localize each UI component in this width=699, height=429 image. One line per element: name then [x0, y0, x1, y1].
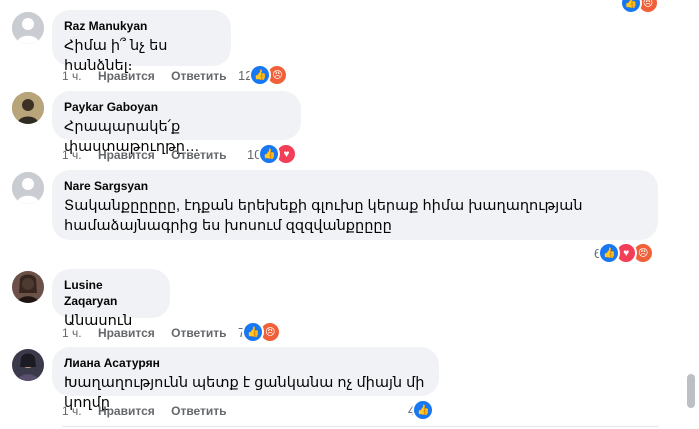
reaction-summary[interactable]: 12 👍 😠	[238, 64, 289, 86]
like-button[interactable]: Нравится	[98, 69, 155, 83]
comment-actions: 1 ч. Нравится Ответить	[62, 325, 240, 341]
comment-bubble: Paykar Gaboyan Հրապարակե՛ք փաստաթուղթը…	[52, 91, 301, 155]
like-icon: 👍	[242, 321, 265, 343]
reaction-summary[interactable]: 6 👍 ♥ 😠	[594, 242, 655, 264]
like-button[interactable]: Нравится	[98, 326, 155, 340]
divider	[62, 426, 659, 427]
comment-time[interactable]: 1 ч.	[62, 69, 82, 83]
like-button[interactable]: Нравится	[98, 148, 155, 162]
like-icon: 👍	[598, 242, 621, 264]
reaction-summary[interactable]: 7 👍 😠	[238, 321, 282, 343]
user-photo-icon	[12, 349, 44, 381]
like-icon: 👍	[412, 399, 435, 421]
reply-button[interactable]: Ответить	[171, 69, 226, 83]
comment-author[interactable]: Лиана Асатурян	[64, 355, 427, 371]
comment-author[interactable]: Paykar Gaboyan	[64, 99, 289, 115]
comment-actions: 1 ч. Нравится Ответить	[62, 403, 240, 419]
comment-actions: 1 ч. Нравится Ответить	[62, 147, 240, 163]
previous-comment-reactions[interactable]: 👍 😠	[620, 0, 659, 14]
default-avatar-icon	[12, 172, 44, 204]
scrollbar-thumb[interactable]	[687, 374, 695, 408]
comment-actions: 1 ч. Нравится Ответить	[62, 68, 240, 84]
avatar[interactable]	[12, 12, 44, 44]
avatar[interactable]	[12, 92, 44, 124]
user-photo-icon	[12, 92, 44, 124]
comment-time[interactable]: 1 ч.	[62, 148, 82, 162]
comment-author[interactable]: Raz Manukyan	[64, 18, 219, 34]
comment-bubble: Raz Manukyan Հիմա ի՞ նչ ես հանձնել։	[52, 10, 231, 74]
avatar[interactable]	[12, 349, 44, 381]
comment-author[interactable]: Nare Sargsyan	[64, 178, 646, 194]
avatar[interactable]	[12, 271, 44, 303]
reply-button[interactable]: Ответить	[171, 326, 226, 340]
reply-button[interactable]: Ответить	[171, 148, 226, 162]
comment-bubble: Лиана Асатурян Խաղաղությունն պետք է ցանկ…	[52, 347, 439, 411]
like-button[interactable]: Нравится	[98, 404, 155, 418]
reaction-summary[interactable]: 4 👍	[408, 399, 435, 421]
reaction-summary[interactable]: 10 👍 ♥	[247, 143, 298, 165]
user-photo-icon	[12, 271, 44, 303]
avatar[interactable]	[12, 172, 44, 204]
comment-text-line: համաձայնագրից ես խոսում զզզվանքըըըը	[64, 218, 392, 234]
comment-time[interactable]: 1 ч.	[62, 404, 82, 418]
like-icon: 👍	[620, 0, 642, 14]
comment-bubble: Nare Sargsyan Տականքըըըըը, էդքան երեխեքի…	[52, 170, 658, 240]
comment-time[interactable]: 1 ч.	[62, 326, 82, 340]
default-avatar-icon	[12, 12, 44, 44]
comment-bubble: Lusine Zaqaryan Անասուն	[52, 269, 170, 329]
reply-button[interactable]: Ответить	[171, 404, 226, 418]
comment-text-line: Տականքըըըըը, էդքան երեխեքի գլուխը կերաք …	[64, 198, 583, 214]
comment-author[interactable]: Lusine Zaqaryan	[64, 277, 158, 309]
